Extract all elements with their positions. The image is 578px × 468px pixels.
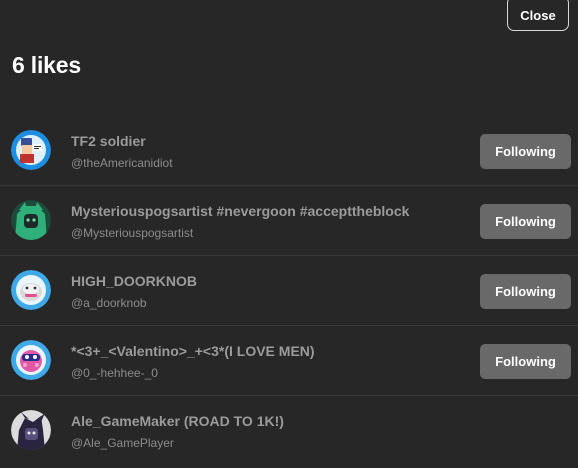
user-display-name[interactable]: TF2 soldier bbox=[71, 133, 146, 149]
user-handle: @a_doorknob bbox=[71, 296, 147, 310]
pink-character-avatar-icon bbox=[11, 340, 51, 380]
following-button[interactable]: Following bbox=[480, 204, 571, 239]
tf2-soldier-avatar-icon bbox=[11, 130, 51, 170]
user-avatar[interactable] bbox=[11, 200, 51, 240]
likes-dialog: Close 6 likes TF2 soldier @theAmericanid… bbox=[0, 0, 578, 468]
list-item: Mysteriouspogsartist #nevergoon #acceptt… bbox=[0, 186, 578, 256]
list-item: TF2 soldier @theAmericanidiot Following bbox=[0, 116, 578, 186]
green-character-avatar-icon bbox=[11, 200, 51, 240]
user-display-name[interactable]: Mysteriouspogsartist #nevergoon #acceptt… bbox=[71, 203, 409, 219]
doorknob-avatar-icon bbox=[11, 270, 51, 310]
list-item: *<3+_<Valentino>_+<3*(I LOVE MEN) @0_-he… bbox=[0, 326, 578, 396]
likes-count-title: 6 likes bbox=[12, 52, 81, 78]
user-avatar[interactable] bbox=[11, 340, 51, 380]
user-display-name[interactable]: HIGH_DOORKNOB bbox=[71, 273, 197, 289]
likes-user-list: TF2 soldier @theAmericanidiot Following … bbox=[0, 116, 578, 466]
user-handle: @theAmericanidiot bbox=[71, 156, 173, 170]
following-button[interactable]: Following bbox=[480, 274, 571, 309]
user-display-name[interactable]: Ale_GameMaker (ROAD TO 1K!) bbox=[71, 413, 284, 429]
user-handle: @0_-hehhee-_0 bbox=[71, 366, 158, 380]
following-button[interactable]: Following bbox=[480, 344, 571, 379]
user-display-name[interactable]: *<3+_<Valentino>_+<3*(I LOVE MEN) bbox=[71, 343, 315, 359]
user-handle: @Mysteriouspogsartist bbox=[71, 226, 194, 240]
following-button[interactable]: Following bbox=[480, 134, 571, 169]
user-avatar[interactable] bbox=[11, 270, 51, 310]
user-avatar[interactable] bbox=[11, 410, 51, 450]
list-item: Ale_GameMaker (ROAD TO 1K!) @Ale_GamePla… bbox=[0, 396, 578, 466]
close-button[interactable]: Close bbox=[507, 0, 569, 31]
list-item: HIGH_DOORKNOB @a_doorknob Following bbox=[0, 256, 578, 326]
dark-character-avatar-icon bbox=[11, 410, 51, 450]
user-handle: @Ale_GamePlayer bbox=[71, 436, 174, 450]
user-avatar[interactable] bbox=[11, 130, 51, 170]
